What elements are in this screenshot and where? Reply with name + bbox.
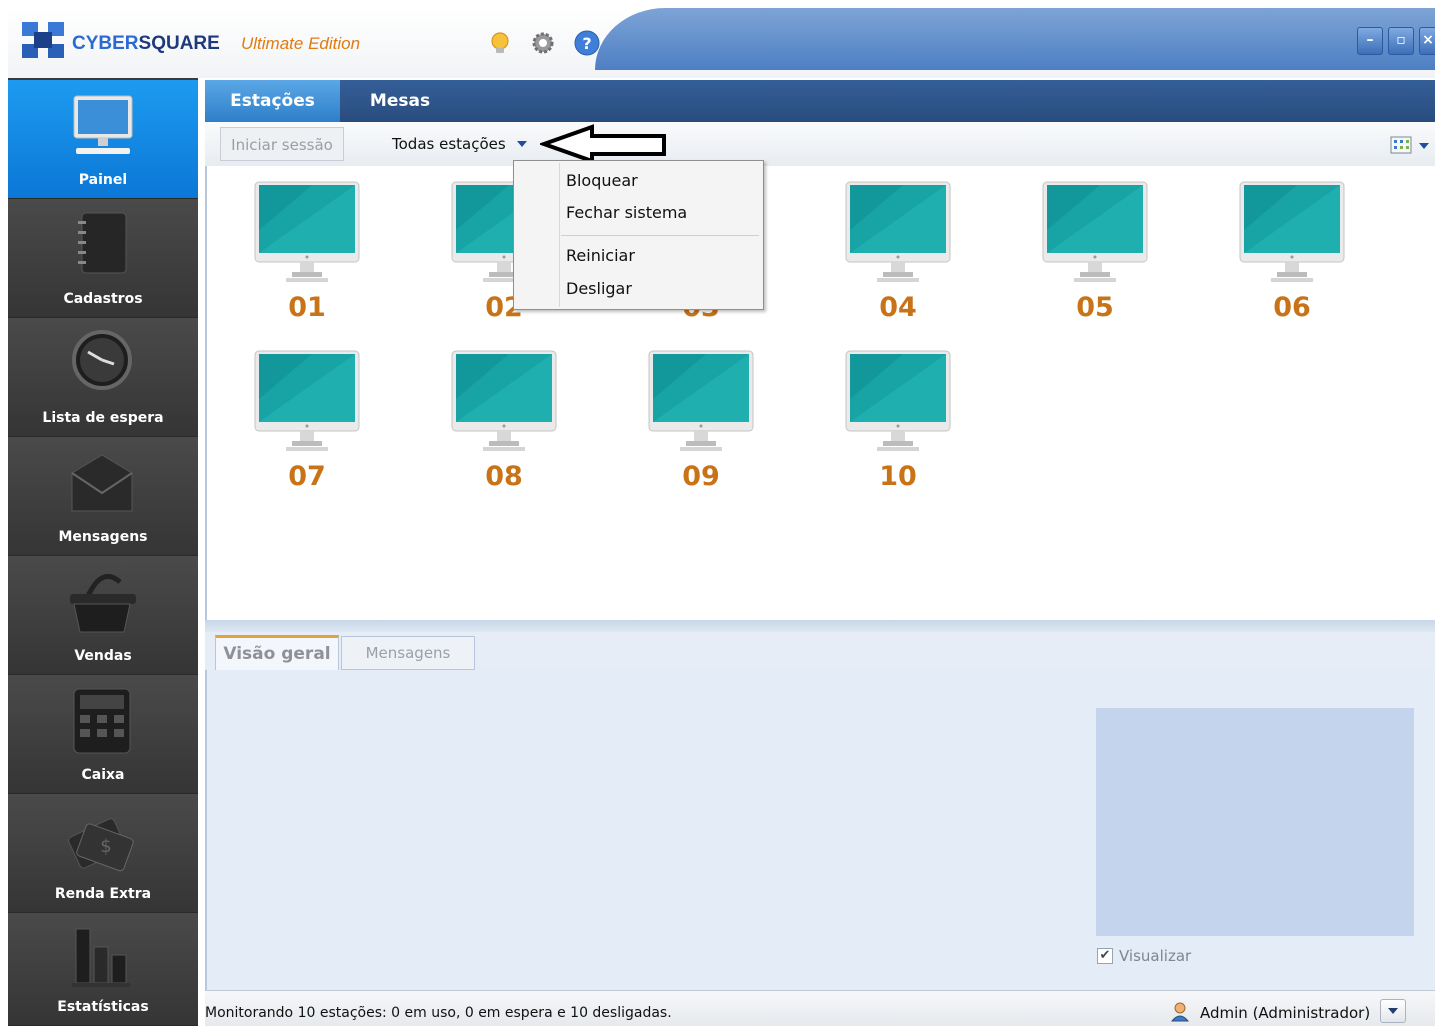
sidebar-item-label: Lista de espera <box>42 410 164 426</box>
menu-separator <box>561 235 759 236</box>
monitor-icon <box>648 350 754 451</box>
station-number: 09 <box>682 461 720 492</box>
notebook-icon <box>78 212 127 274</box>
lightbulb-icon[interactable] <box>487 30 513 56</box>
menu-item-desligar[interactable]: Desligar <box>566 279 632 298</box>
app-edition: Ultimate Edition <box>241 34 361 53</box>
tab-visao-geral[interactable]: Visão geral <box>215 635 339 670</box>
svg-text:$: $ <box>100 836 111 857</box>
arrow-left-icon <box>540 124 666 164</box>
splitter[interactable] <box>205 620 1435 632</box>
menu-item-bloquear[interactable]: Bloquear <box>566 171 638 190</box>
monitor-icon <box>451 350 557 451</box>
sidebar-item-cadastros[interactable]: Cadastros <box>8 199 198 318</box>
station-05[interactable]: 05 <box>1040 180 1150 323</box>
monitor-icon <box>845 350 951 451</box>
sidebar-item-label: Cadastros <box>63 291 143 307</box>
visualizar-label: Visualizar <box>1119 947 1192 965</box>
caret-down-icon <box>1388 1008 1398 1014</box>
sidebar-item-lista-de-espera[interactable]: Lista de espera <box>8 318 198 437</box>
logo-icon <box>22 22 64 58</box>
basket-icon <box>70 573 136 633</box>
sidebar-item-label: Estatísticas <box>57 999 149 1015</box>
minimize-button[interactable]: – <box>1357 27 1383 55</box>
monitor-icon <box>845 181 951 282</box>
station-09[interactable]: 09 <box>646 349 756 492</box>
title-bar-decoration <box>595 8 1435 70</box>
clock-icon <box>72 330 132 390</box>
tab-estacoes[interactable]: Estações <box>205 80 340 122</box>
station-number: 08 <box>485 461 523 492</box>
help-icon[interactable]: ? <box>574 30 600 56</box>
view-mode-icon[interactable] <box>1390 136 1412 154</box>
menu-item-fechar-sistema[interactable]: Fechar sistema <box>566 203 687 222</box>
visualizar-checkbox[interactable]: ✔ <box>1097 948 1113 964</box>
todas-estacoes-label: Todas estações <box>392 135 506 153</box>
monitor-icon <box>254 350 360 451</box>
envelope-icon <box>71 454 133 512</box>
station-01[interactable]: 01 <box>252 180 362 323</box>
brand-part-cyber: CYBER <box>72 33 139 54</box>
calculator-icon <box>73 688 131 754</box>
station-06[interactable]: 06 <box>1237 180 1347 323</box>
gear-icon[interactable] <box>530 30 556 56</box>
menu-gutter <box>559 163 560 307</box>
sidebar-item-painel[interactable]: Painel <box>8 80 198 199</box>
user-icon <box>1170 1002 1190 1022</box>
station-04[interactable]: 04 <box>843 180 953 323</box>
close-button[interactable]: × <box>1419 27 1435 55</box>
station-08[interactable]: 08 <box>449 349 559 492</box>
station-number: 10 <box>879 461 917 492</box>
toolbar <box>205 122 1435 167</box>
bar-chart-icon <box>72 928 130 987</box>
sidebar-item-vendas[interactable]: Vendas <box>8 556 198 675</box>
monitor-icon <box>73 95 133 154</box>
brand-part-square: SQUARE <box>138 33 220 54</box>
station-number: 07 <box>288 461 326 492</box>
user-name: Admin (Administrador) <box>1200 1004 1371 1022</box>
monitor-icon <box>1042 181 1148 282</box>
svg-text:?: ? <box>582 34 591 53</box>
monitor-icon <box>1239 181 1345 282</box>
sidebar-item-renda-extra[interactable]: $ Renda Extra <box>8 794 198 913</box>
tab-mensagens[interactable]: Mensagens <box>341 636 475 670</box>
station-07[interactable]: 07 <box>252 349 362 492</box>
money-icon: $ <box>68 818 134 872</box>
context-menu: Bloquear Fechar sistema Reiniciar Deslig… <box>513 160 764 310</box>
menu-item-reiniciar[interactable]: Reiniciar <box>566 246 635 265</box>
maximize-button[interactable]: ▫ <box>1388 27 1414 55</box>
app-brand: CYBERSQUARE <box>72 33 220 55</box>
sidebar-item-label: Vendas <box>74 648 132 664</box>
iniciar-sessao-button[interactable]: Iniciar sessão <box>220 127 344 161</box>
sidebar-item-label: Painel <box>78 172 128 188</box>
monitor-icon <box>254 181 360 282</box>
sidebar-item-label: Caixa <box>81 767 125 783</box>
station-number: 05 <box>1076 292 1114 323</box>
status-text: Monitorando 10 estações: 0 em uso, 0 em … <box>205 1005 672 1021</box>
station-10[interactable]: 10 <box>843 349 953 492</box>
caret-down-icon <box>517 141 528 147</box>
todas-estacoes-dropdown[interactable]: Todas estações <box>392 135 528 153</box>
station-number: 04 <box>879 292 917 323</box>
station-number: 06 <box>1273 292 1311 323</box>
sidebar-item-estatisticas[interactable]: Estatísticas <box>8 913 198 1026</box>
view-mode-dropdown-icon[interactable] <box>1418 141 1430 151</box>
sidebar-item-mensagens[interactable]: Mensagens <box>8 437 198 556</box>
preview-area <box>1096 708 1414 936</box>
sidebar-item-label: Renda Extra <box>54 886 152 902</box>
tab-mesas[interactable]: Mesas <box>340 80 460 122</box>
sidebar-item-caixa[interactable]: Caixa <box>8 675 198 794</box>
sidebar-item-label: Mensagens <box>58 529 148 545</box>
station-number: 01 <box>288 292 326 323</box>
user-menu-button[interactable] <box>1380 999 1406 1023</box>
